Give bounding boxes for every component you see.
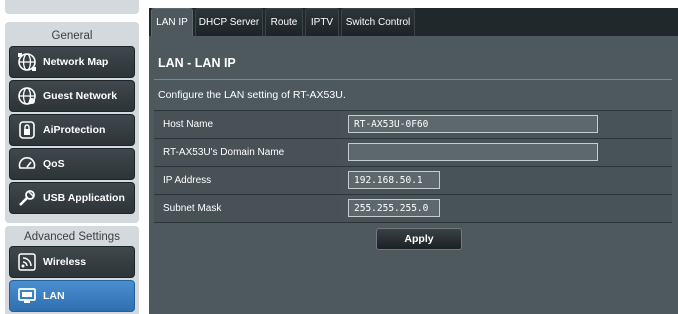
wireless-icon: [14, 249, 40, 275]
menu-item-guest-network[interactable]: Guest Network: [9, 80, 135, 112]
speedometer-icon: [14, 151, 40, 177]
form-row-domain-name: RT-AX53U's Domain Name: [154, 139, 672, 167]
guest-globe-icon: [14, 83, 40, 109]
lock-shield-icon: [14, 117, 40, 143]
menu-item-aiprotection[interactable]: AiProtection: [9, 114, 135, 146]
menu-item-lan[interactable]: LAN: [9, 280, 135, 312]
advanced-section: Advanced Settings Wireless LAN: [5, 226, 139, 314]
menu-item-qos[interactable]: QoS: [9, 148, 135, 180]
sidebar-top-block: [5, 0, 139, 14]
host-name-label: Host Name: [154, 111, 342, 138]
sidebar: General Network Map Guest Network AiProt…: [0, 0, 146, 314]
menu-label-lan: LAN: [43, 290, 65, 302]
page-description: Configure the LAN setting of RT-AX53U.: [158, 89, 346, 101]
domain-name-value-cell: [342, 139, 672, 166]
title-divider: [154, 79, 672, 80]
main-panel: LAN IP DHCP Server Route IPTV Switch Con…: [149, 0, 678, 314]
lan-ip-form: Host Name RT-AX53U's Domain Name IP Addr…: [154, 110, 672, 223]
menu-label-wireless: Wireless: [43, 256, 87, 268]
globe-network-icon: [14, 49, 40, 75]
menu-item-wireless[interactable]: Wireless: [9, 246, 135, 278]
tab-bar: LAN IP DHCP Server Route IPTV Switch Con…: [149, 0, 678, 36]
general-header: General: [51, 30, 93, 42]
subnet-mask-field[interactable]: [348, 199, 440, 217]
domain-name-label: RT-AX53U's Domain Name: [154, 139, 342, 166]
form-row-ip-address: IP Address: [154, 167, 672, 195]
domain-name-field[interactable]: [348, 143, 598, 161]
menu-label-guest-network: Guest Network: [43, 90, 118, 102]
ip-address-label: IP Address: [154, 167, 342, 194]
tab-dhcp-server[interactable]: DHCP Server: [195, 8, 263, 36]
menu-label-network-map: Network Map: [43, 56, 109, 68]
apply-button[interactable]: Apply: [376, 228, 462, 250]
advanced-header: Advanced Settings: [24, 231, 120, 243]
menu-label-aiprotection: AiProtection: [43, 124, 106, 136]
tab-lan-ip[interactable]: LAN IP: [151, 8, 193, 36]
form-row-subnet-mask: Subnet Mask: [154, 195, 672, 223]
ip-address-field[interactable]: [348, 171, 440, 189]
ip-address-value-cell: [342, 167, 672, 194]
subnet-mask-label: Subnet Mask: [154, 195, 342, 222]
lan-monitor-icon: [14, 283, 40, 309]
general-section: General Network Map Guest Network AiProt…: [5, 22, 139, 223]
menu-label-qos: QoS: [43, 158, 65, 170]
menu-item-network-map[interactable]: Network Map: [9, 46, 135, 78]
usb-tools-icon: [14, 185, 40, 211]
host-name-value-cell: [342, 111, 672, 138]
tab-iptv[interactable]: IPTV: [305, 8, 339, 36]
tab-route[interactable]: Route: [265, 8, 303, 36]
host-name-field[interactable]: [348, 115, 598, 133]
subnet-mask-value-cell: [342, 195, 672, 222]
form-row-host-name: Host Name: [154, 111, 672, 139]
page-title: LAN - LAN IP: [158, 56, 236, 70]
menu-item-usb-application[interactable]: USB Application: [9, 182, 135, 214]
tab-switch-control[interactable]: Switch Control: [341, 8, 415, 36]
menu-label-usb-application: USB Application: [43, 192, 125, 204]
